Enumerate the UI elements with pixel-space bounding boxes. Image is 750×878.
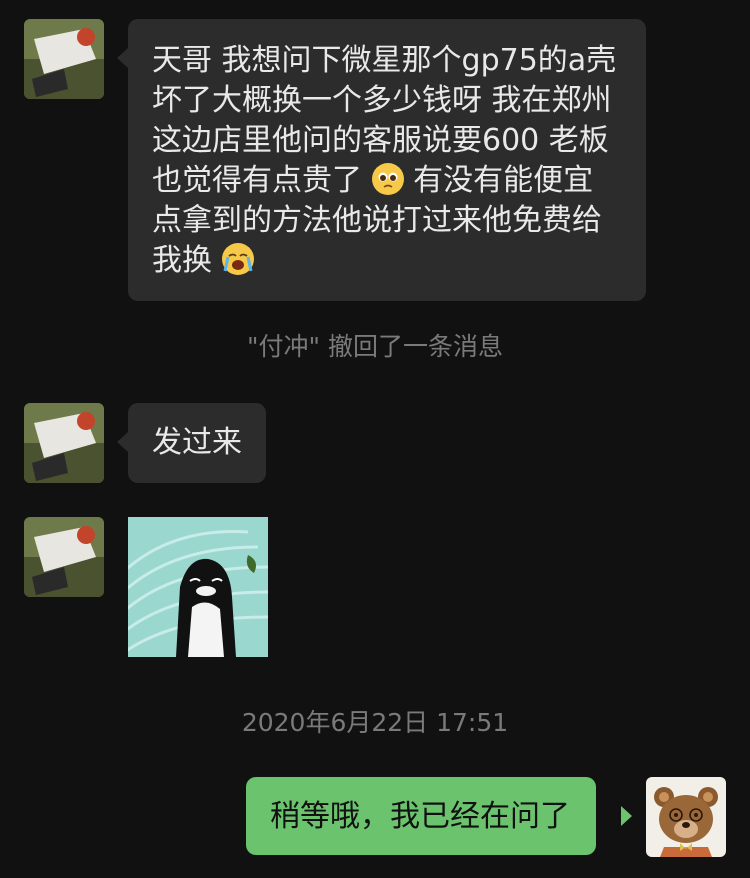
contact-avatar[interactable] [24,403,104,483]
message-text: 稍等哦，我已经在问了 [270,799,570,834]
pleading-face-emoji [371,163,404,195]
bubble-tail [621,806,632,826]
message-bubble-outgoing[interactable]: 稍等哦，我已经在问了 [246,777,596,855]
contact-avatar[interactable] [24,517,104,597]
my-avatar[interactable] [646,777,726,857]
message-bubble-incoming[interactable]: 发过来 [128,403,266,483]
contact-avatar[interactable] [24,19,104,99]
loudly-crying-face-emoji [221,243,254,275]
bubble-tail [117,48,128,68]
bubble-tail [117,432,128,452]
recalled-message-notice: "付冲" 撤回了一条消息 [247,332,503,361]
penguin-sticker[interactable] [128,517,268,657]
timestamp: 2020年6月22日 17:51 [241,708,509,737]
message-bubble-incoming[interactable]: 天哥 我想问下微星那个gp75的a壳坏了大概换一个多少钱呀 我在郑州这边店里他问… [128,19,646,301]
message-text: 发过来 [152,425,242,460]
